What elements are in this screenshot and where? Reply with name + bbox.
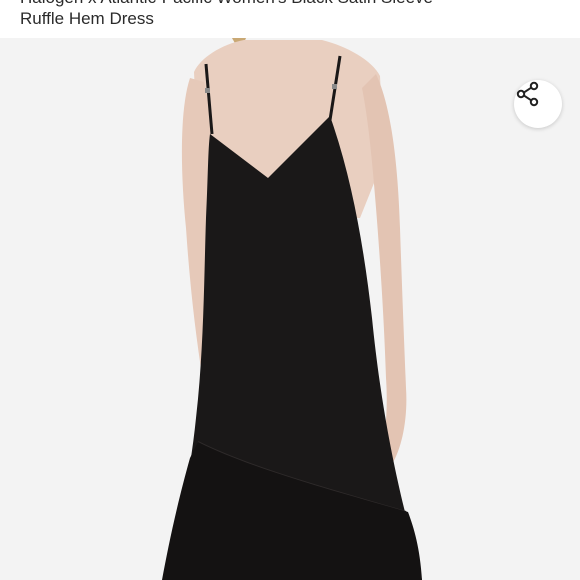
left-strap-adjuster [205, 88, 210, 93]
dress-back-view-illustration [162, 38, 422, 580]
product-title-line2: Ruffle Hem Dress [20, 9, 154, 28]
share-button[interactable] [514, 80, 562, 128]
share-icon [516, 81, 539, 107]
product-title: Halogen x Atlantic-Pacific Women's Black… [0, 0, 580, 38]
product-title-line1: Halogen x Atlantic-Pacific Women's Black… [20, 0, 433, 8]
right-strap-adjuster [332, 84, 337, 89]
product-image[interactable] [0, 38, 580, 580]
